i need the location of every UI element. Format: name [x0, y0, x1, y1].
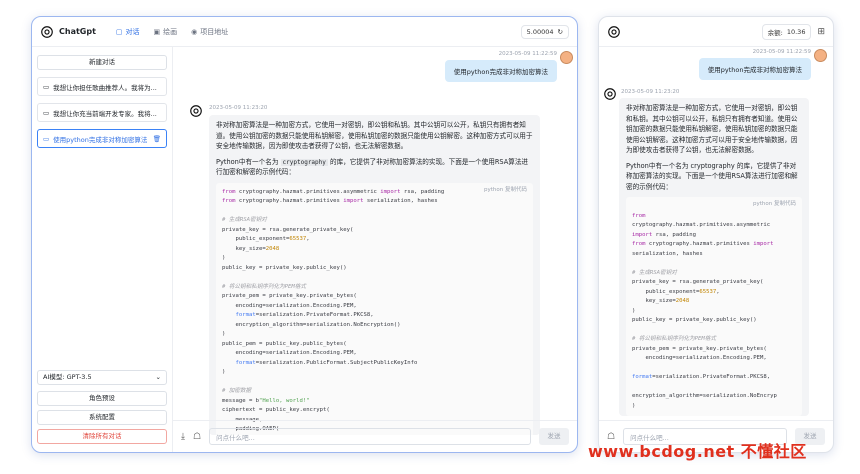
desktop-window: ChatGpt ▢ 对话 ▣ 绘画 ◉ 项目地址 5.00004 ↻ 新建对话 ▭ 我想… [31, 16, 578, 453]
chat-icon: ▢ [115, 27, 123, 36]
menu-grid-icon[interactable]: ⊞ [817, 27, 825, 37]
tab-chat[interactable]: ▢ 对话 [116, 27, 140, 37]
message-time: 2023-05-09 11:22:59 [498, 51, 557, 57]
ai-message: 非对称加密算法是一种加密方式，它使用一对密钥，即公钥和私钥。其中公钥可以公开，私… [209, 115, 540, 435]
ai-paragraph: 非对称加密算法是一种加密方式，它使用一对密钥，即公钥和私钥。其中公钥可以公开，私… [216, 121, 533, 151]
role-preset-button[interactable]: 角色预设 [37, 391, 167, 406]
openai-logo-icon [608, 25, 620, 38]
user-message: 使用python完成非对称加密算法 [444, 60, 557, 82]
message-time: 2023-05-09 11:23:20 [209, 105, 268, 111]
user-avatar [560, 51, 573, 64]
message-time: 2023-05-09 11:22:59 [752, 49, 811, 55]
settings-button[interactable]: 系统配置 [37, 410, 167, 425]
conversation-item[interactable]: ▭ 我想让你担任歌曲推荐人。我将为... [37, 77, 167, 96]
conversation-item-active[interactable]: ▭ 使用python完成非对称加密算法 🗑 [37, 129, 167, 148]
message-time: 2023-05-09 11:23:20 [621, 89, 680, 95]
new-chat-button[interactable]: 新建对话 [37, 55, 167, 70]
ai-avatar-icon [190, 105, 202, 117]
code-header[interactable]: python 复制代码 [484, 186, 527, 195]
ai-message: 非对称加密算法是一种加密方式，它使用一对密钥，即公钥和私钥。其中公钥可以公开，私… [619, 98, 809, 416]
image-icon: ▣ [153, 27, 161, 36]
code-block: python 复制代码 from cryptography.hazmat.prim… [216, 182, 533, 435]
sidebar: 新建对话 ▭ 我想让你担任歌曲推荐人。我将为... ▭ 我想让你充当前端开发专家。我… [32, 47, 173, 452]
mobile-balance[interactable]: 余额: 10.36 [761, 23, 812, 40]
chat-main: 2023-05-09 11:22:59 使用python完成非对称加密算法 20… [173, 47, 577, 452]
input-bar: ⤓ ☖ 问点什么吧... 发送 [173, 420, 577, 452]
delete-icon[interactable]: 🗑 [153, 135, 161, 143]
code-block: python 复制代码 from cryptography.hazmat.pri… [626, 197, 802, 416]
ai-paragraph: Python中有一个名为 cryptography 的库，它提供了非对称加密算法… [216, 157, 529, 177]
ai-paragraph: 非对称加密算法是一种加密方式，它使用一对密钥，即公钥和私钥。其中公钥可以公开，私… [626, 104, 798, 155]
message-icon: ▭ [43, 108, 50, 117]
openai-logo-icon [41, 25, 53, 38]
clear-conversations-button[interactable]: 清除所有对话 [37, 429, 167, 444]
refresh-icon[interactable]: ↻ [558, 28, 563, 36]
download-icon[interactable]: ⤓ [181, 432, 185, 442]
mobile-window: 余额: 10.36 ⊞ 2023-05-09 11:22:59 使用python… [598, 16, 834, 453]
user-avatar [814, 49, 827, 62]
user-message: 使用python完成非对称加密算法 [698, 58, 811, 80]
conversation-item[interactable]: ▭ 我想让你充当前端开发专家。我将... [37, 103, 167, 122]
message-icon: ▭ [43, 82, 50, 91]
mobile-top-bar: 余额: 10.36 ⊞ [599, 17, 833, 47]
tab-draw[interactable]: ▣ 绘画 [154, 27, 178, 37]
app-title: ChatGpt [59, 27, 96, 36]
top-bar: ChatGpt ▢ 对话 ▣ 绘画 ◉ 项目地址 5.00004 ↻ [32, 17, 577, 47]
chevron-down-icon: ⌄ [155, 373, 161, 381]
robot-icon[interactable]: ☖ [193, 432, 201, 442]
balance-value: 5.00004 [526, 27, 554, 36]
github-icon: ◉ [191, 27, 198, 36]
message-input[interactable]: 问点什么吧... [209, 428, 531, 445]
message-icon: ▭ [43, 134, 50, 143]
send-button[interactable]: 发送 [539, 428, 569, 445]
model-select[interactable]: AI模型: GPT-3.5 ⌄ [37, 370, 167, 385]
balance-display[interactable]: 5.00004 ↻ [520, 24, 569, 39]
ai-avatar-icon [604, 88, 616, 100]
code-header[interactable]: python 复制代码 [753, 200, 796, 209]
watermark: www.bcdog.net 不懂社区 [588, 442, 807, 461]
tab-project[interactable]: ◉ 项目地址 [191, 27, 228, 37]
ai-paragraph: Python中有一个名为 cryptography 的库，它提供了非对称加密算法… [626, 161, 798, 191]
